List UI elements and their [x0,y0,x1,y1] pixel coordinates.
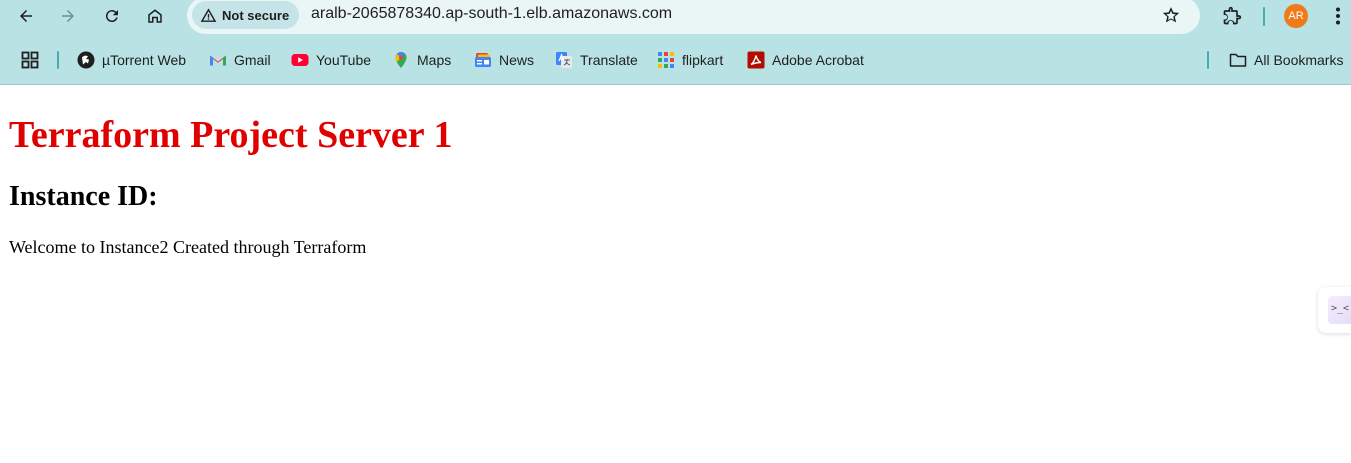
back-icon [20,10,32,22]
translate-icon [556,52,572,68]
bookmark-label: Gmail [234,52,271,68]
apps-grid-icon [21,51,39,69]
extensions-icon [1223,6,1242,25]
folder-icon [1229,53,1247,67]
bookmark-news[interactable]: News [474,48,534,72]
browser-menu-button[interactable] [1326,4,1350,28]
bookmark-translate[interactable]: Translate [555,48,638,72]
utorrent-icon [77,51,95,69]
flipkart-icon [658,52,674,68]
bookmark-label: News [499,52,535,68]
bookmark-gmail[interactable]: Gmail [209,48,271,72]
url-text[interactable]: aralb-2065878340.ap-south-1.elb.amazonaw… [311,5,672,23]
toolbar-divider [1263,7,1265,26]
bookmarks-divider [1207,51,1209,69]
profile-avatar[interactable]: AR [1284,4,1308,28]
welcome-message: Welcome to Instance2 Created through Ter… [9,237,367,257]
bookmark-utorrent[interactable]: µTorrent Web [77,48,186,72]
bookmark-label: Adobe Acrobat [772,52,864,68]
bookmark-label: Translate [580,52,638,68]
bookmark-youtube[interactable]: YouTube [291,48,371,72]
browser-chrome: Not secure aralb-2065878340.ap-south-1.e… [0,0,1351,85]
side-panel-widget[interactable]: >_< [1318,287,1351,333]
extensions-button[interactable] [1218,2,1246,30]
home-button[interactable] [140,2,170,30]
bookmarks-bar: µTorrent Web Gmail YouTube Maps News Tra… [0,46,1351,74]
bookmark-label: Maps [417,52,452,68]
browser-toolbar: Not secure aralb-2065878340.ap-south-1.e… [0,0,1351,34]
page-title: Terraform Project Server 1 [9,114,453,156]
maps-icon [395,52,407,68]
acrobat-icon [747,51,765,69]
bookmark-label: µTorrent Web [102,52,187,68]
all-bookmarks-button[interactable]: All Bookmarks [1229,48,1343,72]
back-button[interactable] [11,2,41,30]
apps-button[interactable] [18,49,42,71]
page-content: Terraform Project Server 1 Instance ID: … [0,86,1351,463]
side-widget-label: >_< [1328,296,1351,324]
reload-button[interactable] [97,2,127,30]
bookmarks-divider [57,51,59,69]
bookmark-flipkart[interactable]: flipkart [657,48,723,72]
gmail-icon [210,55,226,66]
warning-icon [200,7,217,22]
instance-id-heading: Instance ID: [9,181,158,212]
security-chip[interactable]: Not secure [192,1,300,29]
all-bookmarks-label: All Bookmarks [1254,52,1344,68]
security-label: Not secure [222,7,290,23]
forward-icon [62,10,74,22]
youtube-icon [291,54,309,66]
bookmark-star-button[interactable] [1158,2,1184,28]
news-icon [475,53,491,67]
bookmark-label: YouTube [316,52,372,68]
bookmark-maps[interactable]: Maps [392,48,451,72]
address-bar[interactable]: Not secure aralb-2065878340.ap-south-1.e… [187,0,1200,34]
kebab-menu-icon [1336,7,1340,25]
bookmark-label: flipkart [682,52,724,68]
bookmark-adobe-acrobat[interactable]: Adobe Acrobat [747,48,864,72]
home-icon [148,9,162,23]
forward-button[interactable] [53,2,83,30]
star-icon [1162,7,1180,23]
reload-icon [105,10,118,23]
